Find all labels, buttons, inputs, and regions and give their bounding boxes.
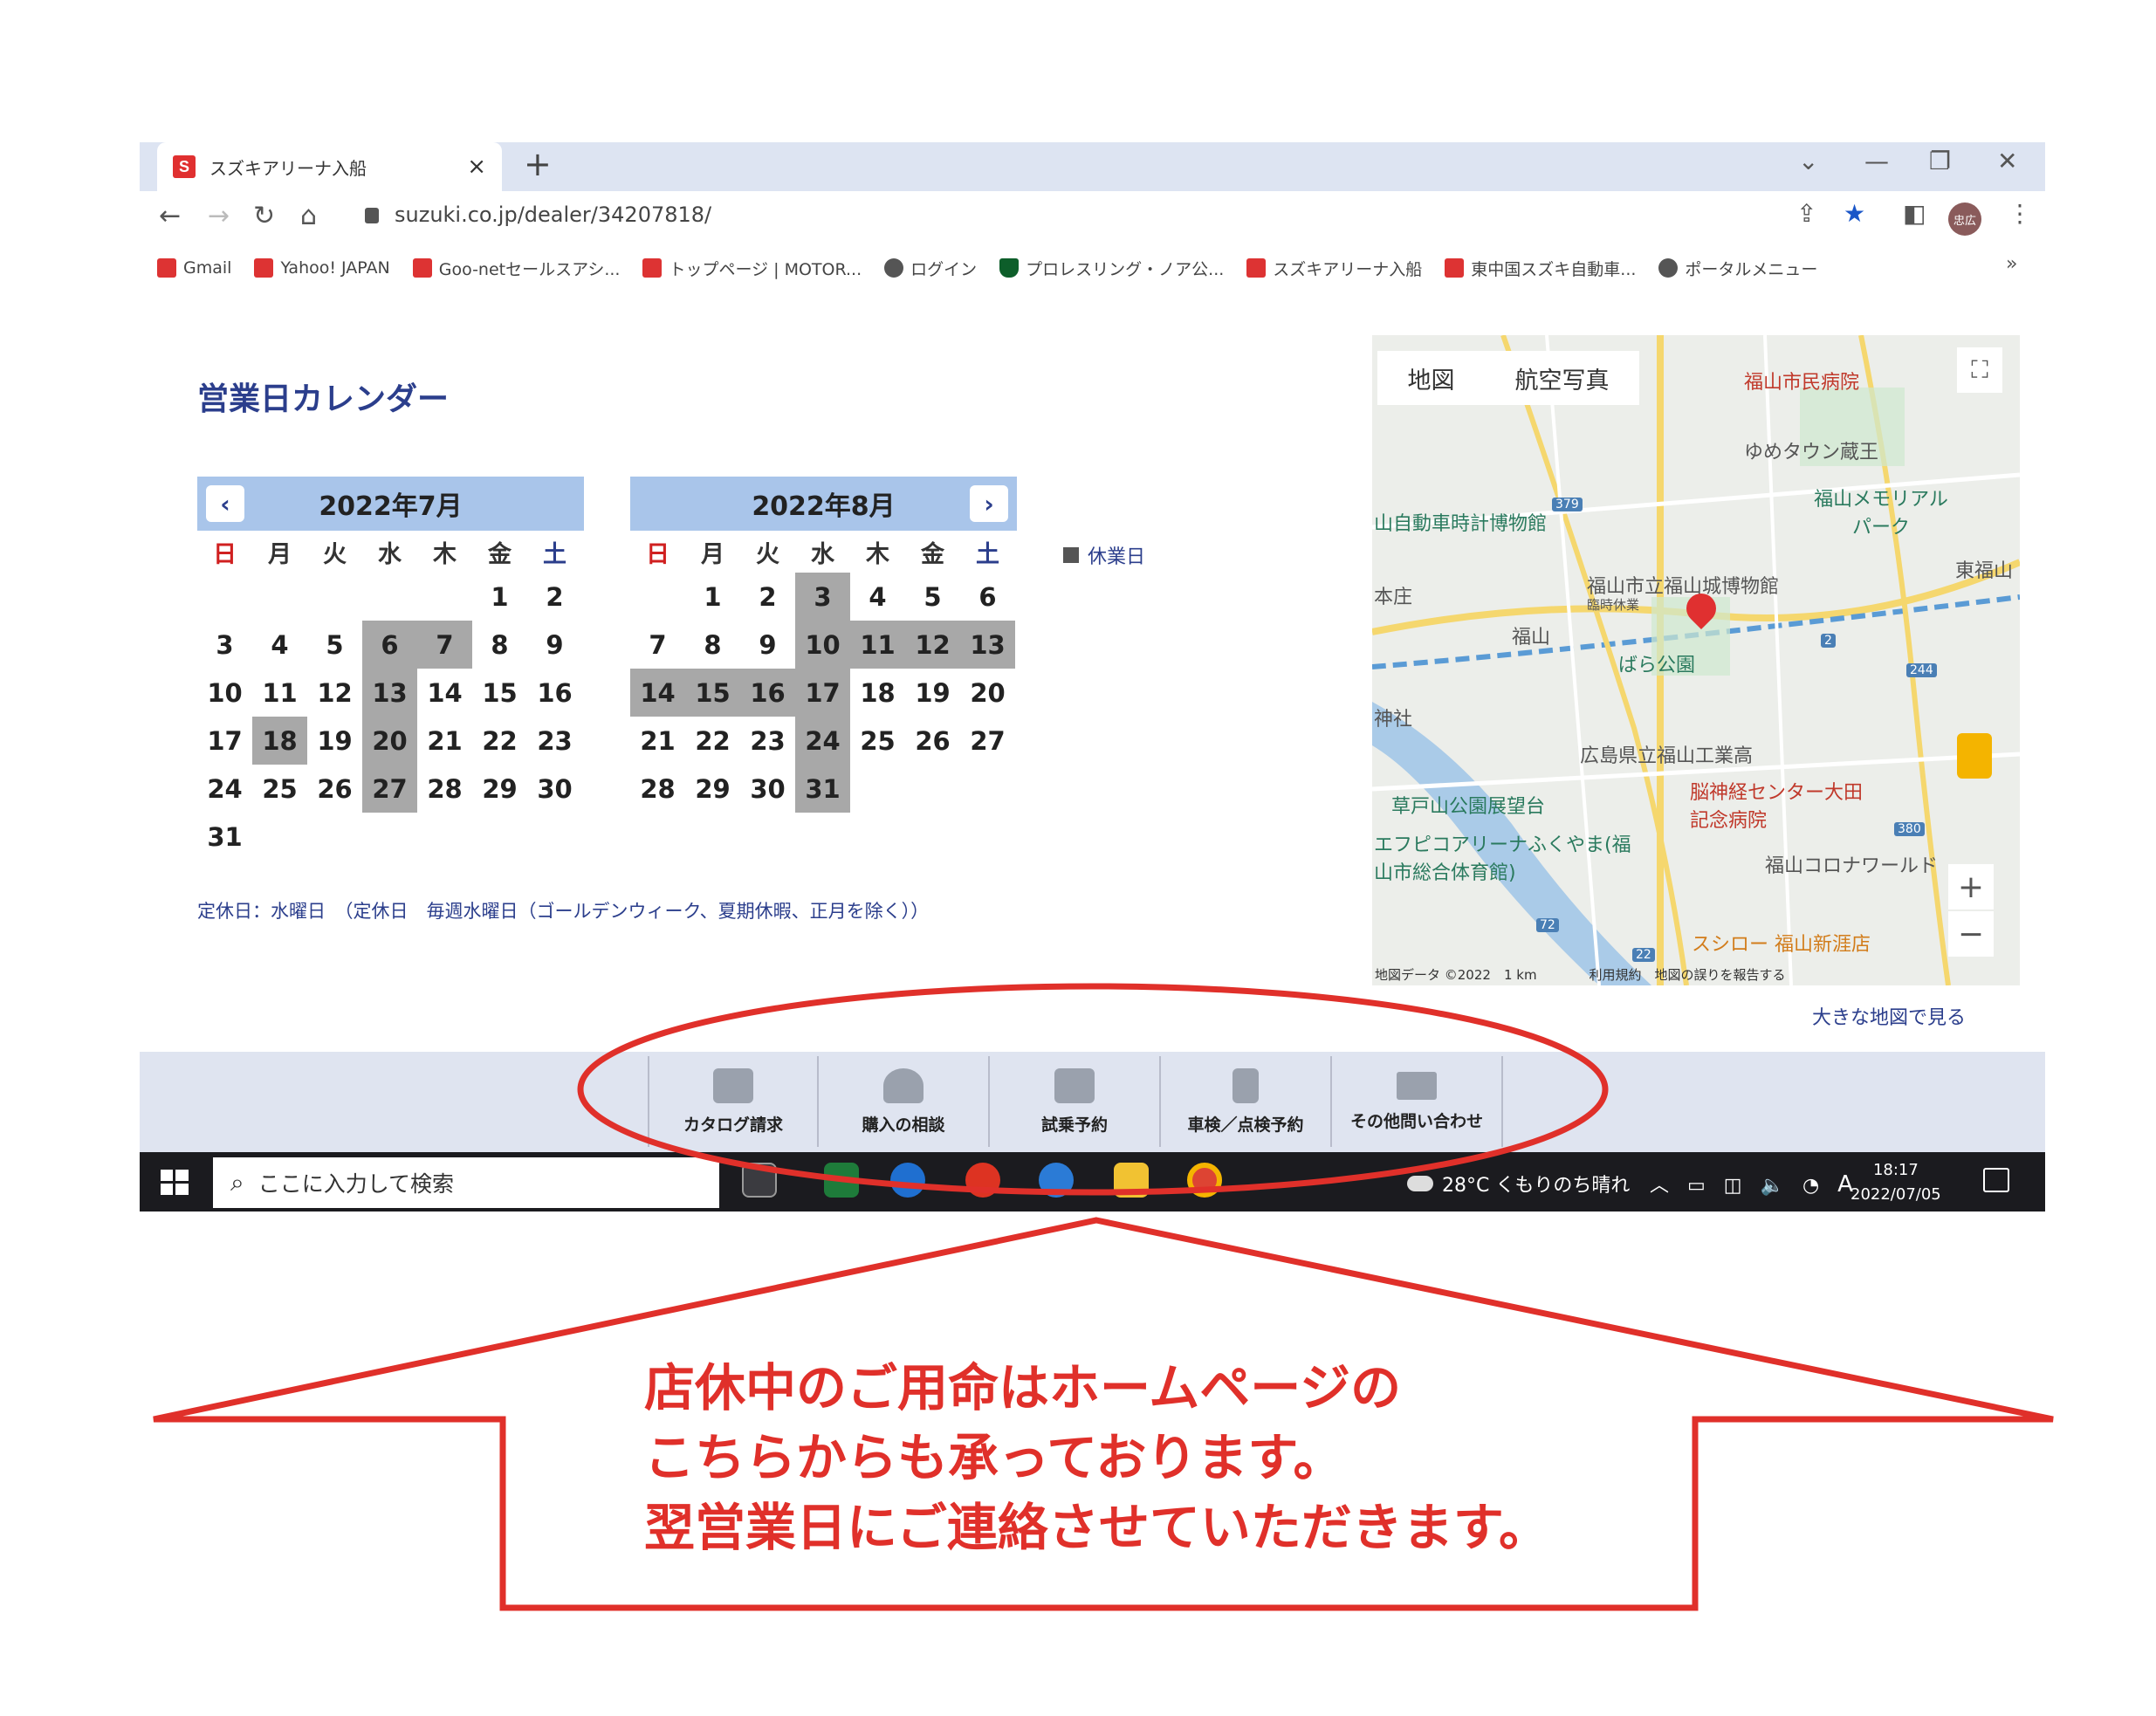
annotation-line: こちらからも承っております。 — [644, 1428, 1344, 1487]
highlight-ellipse — [577, 983, 1609, 1196]
annotation-line: 店休中のご用命はホームページの — [644, 1358, 1402, 1417]
annotation-line: 翌営業日にご連絡させていただきます。 — [644, 1498, 1550, 1557]
annotation-text: 店休中のご用命はホームページの こちらからも承っております。 翌営業日にご連絡さ… — [644, 1353, 1549, 1562]
